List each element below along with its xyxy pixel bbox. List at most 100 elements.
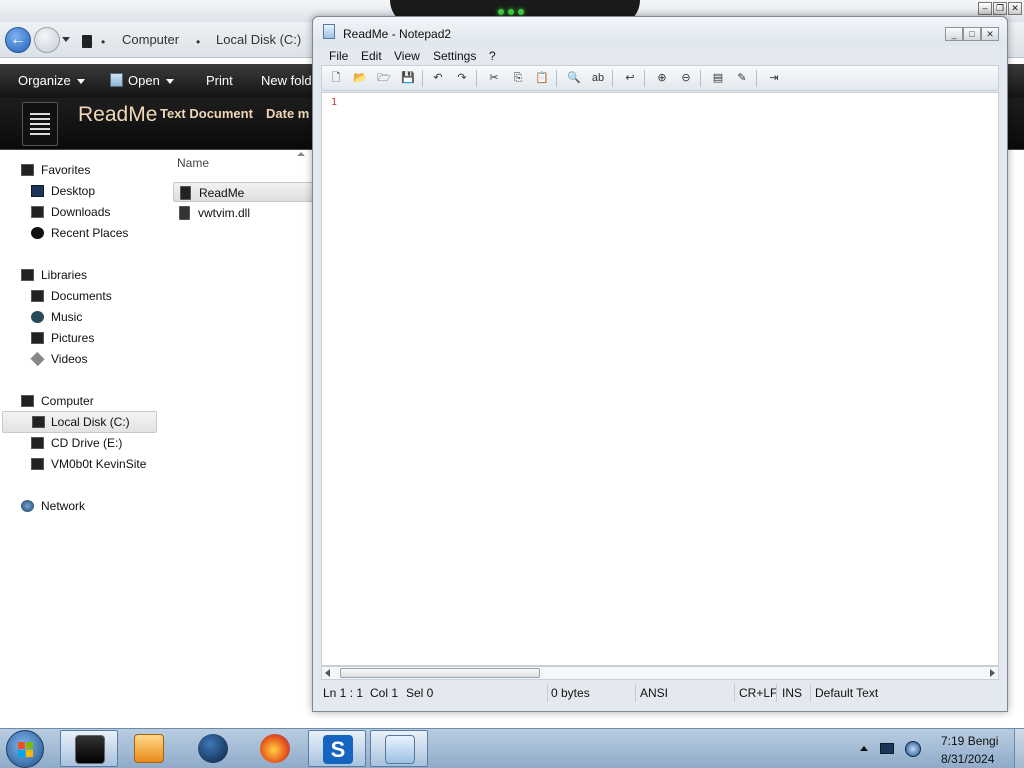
minimize-button[interactable]: _: [945, 27, 963, 41]
taskbar: S 7:19 Bengi 8/31/2024: [0, 728, 1024, 768]
column-header-name[interactable]: Name: [177, 156, 209, 170]
taskbar-media-player[interactable]: [120, 730, 178, 767]
line-number: 1: [331, 97, 338, 108]
breadcrumb-computer[interactable]: Computer: [122, 32, 179, 47]
notepad-toolbar: 🗋 📂 🗁 💾 ↶ ↷ ✂ ⎘ 📋 🔍 ab ↩ ⊕ ⊖ ▤ ✎ ⇥: [321, 65, 999, 91]
menu-file[interactable]: File: [329, 49, 348, 63]
menu-edit[interactable]: Edit: [361, 49, 382, 63]
word-wrap-icon[interactable]: ↩: [622, 70, 638, 86]
new-file-icon[interactable]: 🗋: [328, 70, 344, 86]
gadget-led-icon: [498, 9, 504, 15]
file-item-readme[interactable]: ReadMe: [173, 182, 314, 202]
nav-network-label: Network: [41, 499, 86, 513]
breadcrumb-separator-icon[interactable]: •: [101, 35, 105, 49]
breadcrumb-local-disk[interactable]: Local Disk (C:): [216, 32, 301, 47]
computer-icon: [82, 35, 92, 48]
open-button[interactable]: Open: [110, 73, 174, 88]
nav-local-disk[interactable]: Local Disk (C:): [2, 411, 157, 433]
exit-icon[interactable]: ⇥: [766, 70, 782, 86]
save-icon[interactable]: 💾: [400, 70, 416, 86]
taskbar-firefox[interactable]: [246, 730, 304, 767]
show-desktop-button[interactable]: [1014, 729, 1024, 768]
print-button[interactable]: Print: [206, 73, 233, 88]
status-position: Ln 1 : 1: [323, 686, 364, 700]
status-encoding[interactable]: ANSI: [640, 686, 668, 700]
show-hidden-icons-icon[interactable]: [860, 746, 868, 751]
nav-pictures-label: Pictures: [51, 331, 95, 345]
star-icon: [21, 164, 34, 176]
replace-icon[interactable]: ab: [590, 70, 606, 86]
media-player-icon: [134, 734, 164, 763]
taskbar-browser[interactable]: [184, 730, 242, 767]
forward-button[interactable]: [34, 27, 60, 53]
globe-icon: [198, 734, 228, 763]
documents-icon: [31, 290, 44, 302]
status-selection: Sel 0: [406, 686, 434, 700]
details-date-label: Date m: [266, 106, 310, 121]
menu-settings[interactable]: Settings: [433, 49, 476, 63]
copy-icon[interactable]: ⎘: [510, 70, 526, 86]
start-button[interactable]: [6, 730, 44, 768]
text-editor[interactable]: 1: [321, 92, 999, 666]
undo-icon[interactable]: ↶: [430, 70, 446, 86]
nav-documents-label: Documents: [51, 289, 112, 303]
open-folder-icon[interactable]: 📂: [352, 70, 368, 86]
taskbar-security-app[interactable]: S: [308, 730, 366, 767]
scroll-thumb[interactable]: [340, 668, 540, 678]
horizontal-scrollbar[interactable]: [321, 666, 999, 680]
zoom-out-icon[interactable]: ⊖: [678, 70, 694, 86]
organize-button[interactable]: Organize: [18, 73, 85, 88]
scheme-icon[interactable]: ▤: [710, 70, 726, 86]
volume-tray-icon[interactable]: [905, 741, 921, 757]
breadcrumb-separator-icon[interactable]: •: [196, 35, 200, 49]
nav-music-label: Music: [51, 310, 83, 324]
menu-view[interactable]: View: [394, 49, 420, 63]
redo-icon[interactable]: ↷: [454, 70, 470, 86]
network-tray-icon[interactable]: [880, 743, 894, 754]
maximize-button[interactable]: □: [963, 27, 981, 41]
new-folder-button[interactable]: New folde: [261, 73, 319, 88]
notepad2-window: ReadMe - Notepad2 _ □ ✕ File Edit View S…: [312, 16, 1008, 712]
sort-ascending-icon: [297, 152, 305, 156]
minimize-button[interactable]: –: [978, 2, 992, 15]
line-number-gutter: 1: [322, 93, 340, 665]
menu-bar: File Edit View Settings ?: [313, 45, 1007, 65]
clock-date[interactable]: 8/31/2024: [941, 752, 994, 766]
scroll-left-icon[interactable]: [325, 669, 330, 677]
browse-icon[interactable]: 🗁: [376, 70, 392, 86]
cut-icon[interactable]: ✂: [486, 70, 502, 86]
history-dropdown-icon[interactable]: [62, 37, 70, 42]
clock-time[interactable]: 7:19 Bengi: [941, 734, 998, 748]
music-icon: [31, 311, 44, 323]
find-icon[interactable]: 🔍: [566, 70, 582, 86]
status-column: Col 1: [370, 686, 399, 700]
text-document-icon: [22, 102, 58, 146]
nav-downloads-label: Downloads: [51, 205, 111, 219]
notepad-titlebar[interactable]: ReadMe - Notepad2 _ □ ✕: [313, 17, 1007, 45]
details-file-type: Text Document: [160, 106, 253, 121]
scroll-right-icon[interactable]: [990, 669, 995, 677]
close-button[interactable]: ✕: [1008, 2, 1022, 15]
menu-help[interactable]: ?: [489, 49, 496, 63]
pictures-icon: [31, 332, 44, 344]
navigation-pane: Favorites Desktop Downloads Recent Place…: [0, 150, 164, 728]
close-button[interactable]: ✕: [981, 27, 999, 41]
file-item-dll[interactable]: vwtvim.dll: [173, 203, 314, 223]
nav-videos-label: Videos: [51, 352, 88, 366]
file-name: vwtvim.dll: [198, 206, 251, 220]
restore-button[interactable]: ❐: [993, 2, 1007, 15]
customize-scheme-icon[interactable]: ✎: [734, 70, 750, 86]
status-scheme[interactable]: Default Text: [815, 686, 878, 700]
nav-favorites-label: Favorites: [41, 163, 91, 177]
nav-cd-drive-label: CD Drive (E:): [51, 436, 123, 450]
file-name: ReadMe: [199, 186, 245, 200]
taskbar-explorer[interactable]: [60, 730, 118, 767]
paste-icon[interactable]: 📋: [534, 70, 550, 86]
notepad-icon: [385, 735, 415, 764]
nav-network-drive-label: VM0b0t KevinSite: [51, 457, 147, 471]
recent-places-icon: [31, 227, 44, 239]
status-line-endings[interactable]: CR+LF: [739, 686, 777, 700]
zoom-in-icon[interactable]: ⊕: [654, 70, 670, 86]
back-button[interactable]: ←: [5, 27, 31, 53]
taskbar-notepad2[interactable]: [370, 730, 428, 767]
